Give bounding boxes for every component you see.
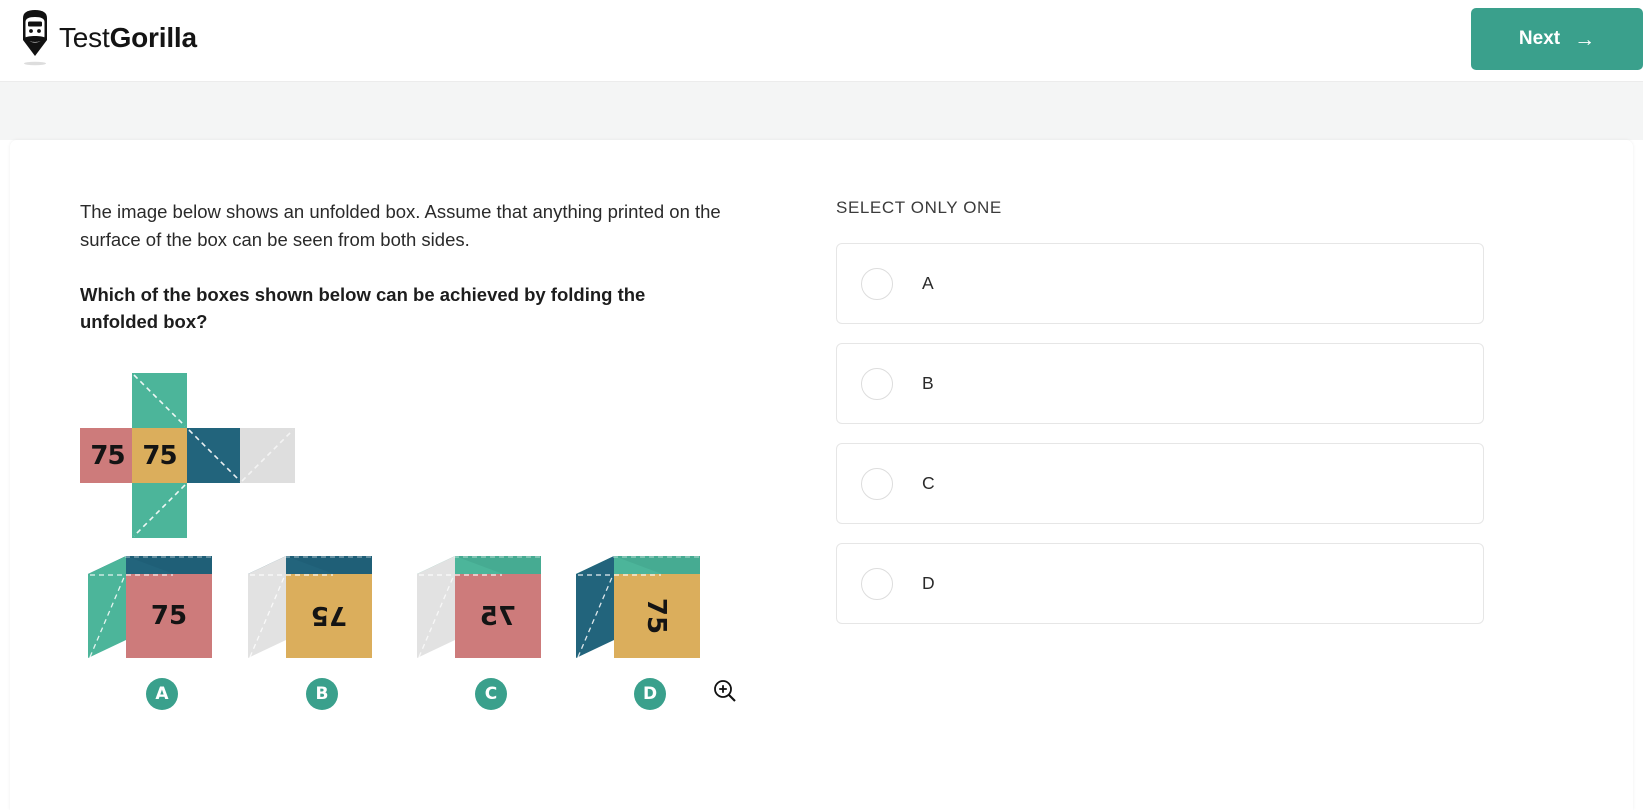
header-spacer-band bbox=[0, 82, 1643, 140]
svg-text:75: 75 bbox=[151, 601, 187, 631]
answer-option-a[interactable]: A bbox=[836, 243, 1484, 324]
box-option-a: 75 A bbox=[88, 556, 228, 710]
box-c-graphic: 75 bbox=[417, 556, 541, 658]
net-cell-left-pink: 75 bbox=[80, 428, 135, 483]
net-cell-center-gold-text: 75 bbox=[142, 440, 177, 471]
box-d-graphic: 75 bbox=[576, 556, 700, 658]
answer-option-d[interactable]: D bbox=[836, 543, 1484, 624]
box-a-graphic: 75 bbox=[88, 556, 212, 658]
svg-text:75: 75 bbox=[311, 600, 347, 630]
gorilla-logo-icon bbox=[18, 9, 52, 67]
box-a-letter: A bbox=[155, 684, 169, 704]
question-panel: The image below shows an unfolded box. A… bbox=[80, 198, 780, 716]
box-c-letter-badge: C bbox=[475, 678, 507, 710]
svg-text:75: 75 bbox=[641, 598, 671, 634]
brand-name-first: Test bbox=[59, 22, 110, 53]
radio-d[interactable] bbox=[861, 567, 893, 600]
box-option-d: 75 D bbox=[576, 556, 716, 710]
magnifier-plus-icon[interactable] bbox=[712, 678, 738, 704]
radio-c[interactable] bbox=[861, 467, 893, 500]
radio-b[interactable] bbox=[861, 367, 893, 400]
net-cell-left-pink-text: 75 bbox=[90, 440, 125, 471]
net-cell-center-gold: 75 bbox=[132, 428, 187, 483]
answer-option-a-label: A bbox=[922, 273, 934, 293]
select-instruction: SELECT ONLY ONE bbox=[836, 198, 1002, 217]
box-b-letter: B bbox=[315, 684, 329, 704]
svg-text:75: 75 bbox=[480, 602, 516, 632]
question-intro: The image below shows an unfolded box. A… bbox=[80, 201, 721, 250]
unfolded-box-net: 75 75 bbox=[80, 373, 370, 538]
box-b-graphic: 75 bbox=[248, 556, 372, 658]
answer-option-b[interactable]: B bbox=[836, 343, 1484, 424]
box-a-letter-badge: A bbox=[146, 678, 178, 710]
brand-name: TestGorilla bbox=[59, 22, 197, 54]
answer-option-d-label: D bbox=[922, 573, 935, 593]
app-header: TestGorilla Next → bbox=[0, 0, 1643, 82]
box-d-letter: D bbox=[642, 684, 658, 704]
question-prompt: Which of the boxes shown below can be ac… bbox=[80, 284, 646, 332]
box-d-letter-badge: D bbox=[634, 678, 666, 710]
radio-a[interactable] bbox=[861, 267, 893, 300]
answer-option-b-label: B bbox=[922, 373, 934, 393]
box-c-letter: C bbox=[484, 684, 498, 704]
brand-name-second: Gorilla bbox=[109, 22, 197, 53]
box-b-letter-badge: B bbox=[306, 678, 338, 710]
next-button-label: Next bbox=[1518, 28, 1561, 49]
question-card: The image below shows an unfolded box. A… bbox=[10, 140, 1633, 810]
answer-box-illustrations: 75 A 75 B 75 C 75 D bbox=[80, 556, 780, 716]
answer-option-c[interactable]: C bbox=[836, 443, 1484, 524]
answers-panel: SELECT ONLY ONE A B C D bbox=[836, 198, 1484, 643]
next-button[interactable]: Next → bbox=[1471, 8, 1643, 70]
box-option-c: 75 C bbox=[417, 556, 557, 710]
brand-logo: TestGorilla bbox=[18, 9, 197, 67]
arrow-right-icon: → bbox=[1574, 27, 1596, 51]
answer-option-c-label: C bbox=[922, 473, 935, 493]
box-option-b: 75 B bbox=[248, 556, 388, 710]
